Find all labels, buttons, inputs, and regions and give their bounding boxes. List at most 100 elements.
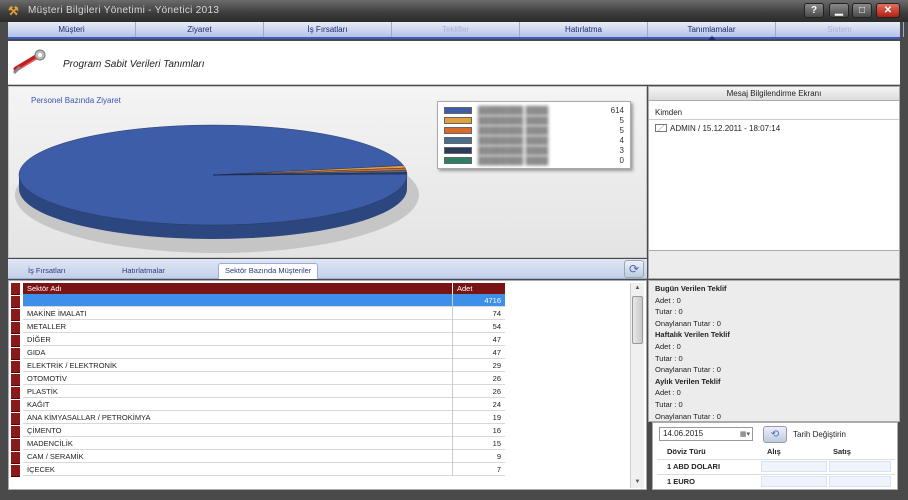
currency-row[interactable]: 1 EURO xyxy=(657,474,895,488)
column-header-sector[interactable]: Sektör Adı xyxy=(27,283,62,294)
count-cell: 7 xyxy=(496,465,501,474)
table-row[interactable]: MAKİNE İMALATI 74 xyxy=(23,307,505,320)
sector-name-cell: CAM / SERAMİK xyxy=(27,452,84,461)
calendar-dropdown-icon[interactable]: ▦▾ xyxy=(740,429,750,441)
row-selector[interactable] xyxy=(11,452,20,464)
table-row[interactable]: İÇECEK 7 xyxy=(23,463,505,476)
sector-name-cell: KAĞIT xyxy=(27,400,50,409)
legend-entry: ████████ ████ 3 xyxy=(442,146,628,155)
refresh-button[interactable]: ⟳ xyxy=(624,260,644,278)
row-selector[interactable] xyxy=(11,465,20,477)
column-separator xyxy=(452,283,453,294)
legend-value: 5 xyxy=(619,126,624,135)
scroll-thumb[interactable] xyxy=(632,296,643,344)
currency-row[interactable]: 1 ABD DOLARI xyxy=(657,459,895,473)
cell-separator xyxy=(452,385,453,398)
count-cell: 26 xyxy=(492,374,501,383)
vertical-scrollbar[interactable]: ▲ ▼ xyxy=(630,283,644,488)
table-row[interactable]: PLASTİK 26 xyxy=(23,385,505,398)
menu-item[interactable]: Teklifler xyxy=(392,22,520,37)
row-selector[interactable] xyxy=(11,322,20,334)
buy-rate-cell[interactable] xyxy=(761,461,827,472)
table-row[interactable]: ANA KİMYASALLAR / PETROKİMYA 19 xyxy=(23,411,505,424)
sector-name-cell: ANA KİMYASALLAR / PETROKİMYA xyxy=(27,413,151,422)
stat-value: Adet : 0 xyxy=(655,388,681,398)
row-selector[interactable] xyxy=(11,374,20,386)
sell-rate-cell[interactable] xyxy=(829,461,891,472)
table-row[interactable]: MADENCİLİK 15 xyxy=(23,437,505,450)
row-selector[interactable] xyxy=(11,283,20,295)
date-picker[interactable]: 14.06.2015 ▦▾ xyxy=(659,427,753,441)
scroll-down-icon[interactable]: ▼ xyxy=(631,477,644,488)
table-row[interactable]: ÇİMENTO 16 xyxy=(23,424,505,437)
sector-name-cell: METALLER xyxy=(27,322,67,331)
tab-sector-customers[interactable]: Sektör Bazında Müşteriler xyxy=(218,263,319,279)
count-cell: 4716 xyxy=(484,296,501,305)
menu-item[interactable]: Ziyaret xyxy=(136,22,264,37)
envelope-icon xyxy=(655,124,667,132)
message-item[interactable]: ADMIN / 15.12.2011 - 18:07:14 xyxy=(655,124,780,133)
tab-opportunities[interactable]: İş Fırsatları xyxy=(22,264,72,278)
table-row[interactable]: CAM / SERAMİK 9 xyxy=(23,450,505,463)
stat-section-title: Haftalık Verilen Teklif xyxy=(655,330,730,340)
maximize-button[interactable]: □ xyxy=(852,3,872,18)
change-date-button[interactable]: ⟲ xyxy=(763,426,787,443)
legend-entry: ████████ ████ 0 xyxy=(442,156,628,165)
from-column-header: Kimden xyxy=(655,108,683,117)
visit-chart-panel: Personel Bazında Ziyaret ████████ ████ 61… xyxy=(8,86,647,258)
menu-item[interactable]: Sistem xyxy=(776,22,904,37)
cell-separator xyxy=(452,346,453,359)
stat-section-title: Aylık Verilen Teklif xyxy=(655,376,721,386)
row-selector[interactable] xyxy=(11,387,20,399)
table-row[interactable]: 4716 xyxy=(23,294,505,307)
menu-item[interactable]: İş Fırsatları xyxy=(264,22,392,37)
scroll-up-icon[interactable]: ▲ xyxy=(631,283,644,294)
row-selector[interactable] xyxy=(11,348,20,360)
buy-rate-cell[interactable] xyxy=(761,476,827,487)
row-selector[interactable] xyxy=(11,426,20,438)
legend-swatch xyxy=(444,107,472,114)
table-row[interactable]: GIDA 47 xyxy=(23,346,505,359)
row-selector[interactable] xyxy=(11,413,20,425)
minimize-button[interactable]: ▁ xyxy=(829,3,849,18)
row-selector[interactable] xyxy=(11,400,20,412)
cell-separator xyxy=(452,333,453,346)
menu-item[interactable]: Tanımlamalar xyxy=(648,22,776,40)
sector-name-cell: MADENCİLİK xyxy=(27,439,73,448)
table-row[interactable]: OTOMOTİV 26 xyxy=(23,372,505,385)
legend-value: 614 xyxy=(610,106,624,115)
cell-separator xyxy=(452,463,453,476)
row-selector[interactable] xyxy=(11,309,20,321)
legend-swatch xyxy=(444,147,472,154)
row-selector[interactable] xyxy=(11,361,20,373)
legend-label-redacted: ████████ ████ xyxy=(478,136,549,145)
refresh-icon: ⟳ xyxy=(628,262,640,276)
column-header-count[interactable]: Adet xyxy=(457,283,472,294)
legend-label-redacted: ████████ ████ xyxy=(478,146,549,155)
count-cell: 29 xyxy=(492,361,501,370)
sector-name-cell: OTOMOTİV xyxy=(27,374,67,383)
row-selector[interactable] xyxy=(11,296,20,308)
table-row[interactable]: DİĞER 47 xyxy=(23,333,505,346)
count-cell: 24 xyxy=(492,400,501,409)
currency-name: 1 EURO xyxy=(667,477,695,486)
stat-value: Adet : 0 xyxy=(655,295,681,305)
column-header-currency: Döviz Türü xyxy=(667,447,706,456)
table-row[interactable]: ELEKTRİK / ELEKTRONİK 29 xyxy=(23,359,505,372)
close-button[interactable]: ✕ xyxy=(876,3,900,18)
legend-entry: ████████ ████ 5 xyxy=(442,116,628,125)
row-selector[interactable] xyxy=(11,335,20,347)
row-selector[interactable] xyxy=(11,439,20,451)
cell-separator xyxy=(452,359,453,372)
table-row[interactable]: KAĞIT 24 xyxy=(23,398,505,411)
sell-rate-cell[interactable] xyxy=(829,476,891,487)
count-cell: 15 xyxy=(492,439,501,448)
tab-reminders[interactable]: Hatırlatmalar xyxy=(116,264,171,278)
help-button[interactable]: ? xyxy=(804,3,824,18)
table-row[interactable]: METALLER 54 xyxy=(23,320,505,333)
sector-name-cell: İÇECEK xyxy=(27,465,55,474)
main-menu: Müşteri Ziyaret İş Fırsatları Teklifler Hatı… xyxy=(8,22,904,40)
menu-item[interactable]: Müşteri xyxy=(8,22,136,37)
legend-swatch xyxy=(444,137,472,144)
menu-item[interactable]: Hatırlatma xyxy=(520,22,648,37)
